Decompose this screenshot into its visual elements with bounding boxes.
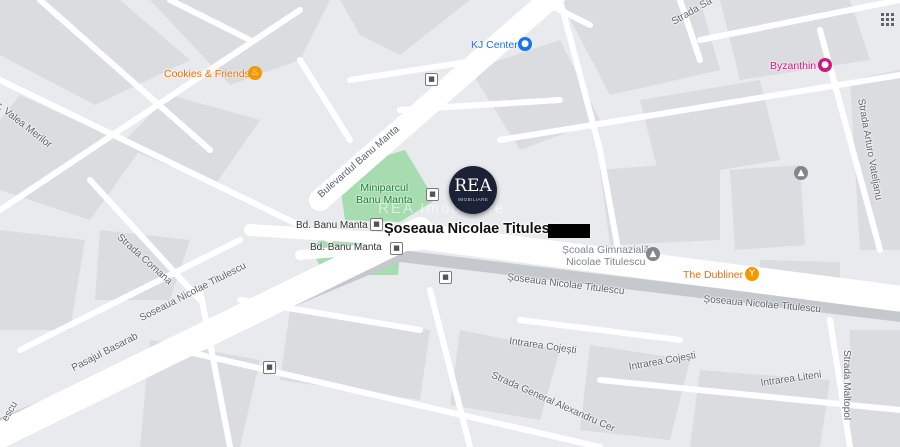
bus-stop-icon[interactable]: ■ bbox=[370, 218, 383, 231]
street-label-strada-maltopol: Strada Maltopol bbox=[841, 350, 852, 421]
shopping-icon[interactable]: ● bbox=[518, 37, 532, 51]
bus-stop-icon[interactable]: ■ bbox=[425, 73, 438, 86]
address-label: Șoseaua Nicolae Titulescu bbox=[384, 221, 567, 237]
marker-subtitle: IMOBILIARE bbox=[457, 197, 489, 202]
shopping-bag-icon[interactable]: ● bbox=[818, 58, 832, 72]
poi-dubliner-label[interactable]: The Dubliner bbox=[683, 269, 743, 281]
bar-icon[interactable]: Y bbox=[745, 267, 759, 281]
marker-logo: REA bbox=[454, 176, 492, 196]
map-canvas[interactable]: Str. Valea Merilor Bulevardul Banu Manta… bbox=[0, 0, 900, 447]
bus-stop-icon[interactable]: ■ bbox=[439, 271, 452, 284]
poi-kj-center-label[interactable]: KJ Center bbox=[471, 39, 518, 51]
bus-stop-icon[interactable]: ■ bbox=[390, 242, 403, 255]
property-marker[interactable]: REA IMOBILIARE bbox=[449, 166, 497, 214]
poi-byzanthin-label[interactable]: Byzanthin bbox=[770, 60, 816, 72]
poi-cookies-label[interactable]: Cookies & Friends bbox=[164, 68, 250, 80]
school-icon[interactable]: ▲ bbox=[794, 166, 808, 180]
street-label-bd-banu-manta-1: Bd. Banu Manta bbox=[296, 220, 368, 231]
restaurant-icon[interactable]: ♨ bbox=[248, 66, 262, 80]
redacted-block bbox=[548, 224, 590, 238]
poi-scoala-label[interactable]: Școala Gimnazială Nicolae Titulescu bbox=[562, 244, 650, 268]
school-icon[interactable]: ▲ bbox=[646, 247, 660, 261]
bus-stop-icon[interactable]: ■ bbox=[263, 361, 276, 374]
apps-grid-icon[interactable] bbox=[881, 13, 895, 27]
street-label-bd-banu-manta-2: Bd. Banu Manta bbox=[310, 242, 382, 253]
